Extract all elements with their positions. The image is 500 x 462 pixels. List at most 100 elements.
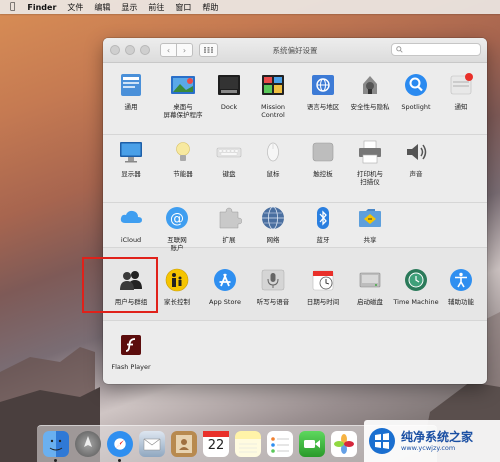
pref-language-region[interactable]: 语言与地区 bbox=[299, 72, 347, 111]
dock-contacts[interactable] bbox=[171, 431, 197, 457]
zoom-button[interactable] bbox=[140, 45, 150, 55]
pref-spotlight[interactable]: Spotlight bbox=[392, 72, 440, 111]
network-icon bbox=[262, 206, 284, 230]
pref-dictation-speech[interactable]: 听写与语音 bbox=[249, 267, 297, 306]
mission-control-icon bbox=[262, 75, 284, 95]
watermark: 纯净系统之家 www.ycwjzy.com bbox=[364, 420, 500, 462]
accessibility-icon bbox=[450, 269, 472, 291]
pref-label: 辅助功能 bbox=[448, 298, 474, 306]
pref-extensions[interactable]: 扩展 bbox=[205, 205, 253, 244]
menu-window[interactable]: 窗口 bbox=[175, 2, 191, 13]
dock-launchpad[interactable] bbox=[75, 431, 101, 457]
pref-network[interactable]: 网络 bbox=[249, 205, 297, 244]
dock-icon bbox=[218, 75, 240, 95]
pref-trackpad[interactable]: 触控板 bbox=[299, 139, 347, 178]
pref-mission-control[interactable]: Mission Control bbox=[249, 72, 297, 119]
menu-help[interactable]: 帮助 bbox=[202, 2, 218, 13]
forward-button[interactable]: › bbox=[177, 43, 193, 57]
menu-file[interactable]: 文件 bbox=[67, 2, 83, 13]
dock-notes[interactable] bbox=[235, 431, 261, 457]
pref-label: App Store bbox=[209, 298, 241, 306]
section-divider bbox=[103, 202, 487, 203]
sharing-icon bbox=[359, 209, 381, 227]
pref-accessibility[interactable]: 辅助功能 bbox=[437, 267, 485, 306]
pref-label: Time Machine bbox=[393, 298, 439, 306]
pref-label: 安全性与隐私 bbox=[350, 103, 390, 111]
sound-icon bbox=[407, 144, 427, 160]
pref-dock[interactable]: Dock bbox=[205, 72, 253, 111]
pref-flash-player[interactable]: Flash Player bbox=[107, 332, 155, 371]
icloud-icon bbox=[120, 210, 142, 223]
show-all-button[interactable] bbox=[199, 43, 218, 57]
pref-startup-disk[interactable]: 启动磁盘 bbox=[346, 267, 394, 306]
dock-photos[interactable] bbox=[331, 431, 357, 457]
pref-displays[interactable]: 显示器 bbox=[107, 139, 155, 178]
app-store-icon bbox=[214, 269, 236, 291]
pref-label: 家长控制 bbox=[164, 298, 190, 306]
pref-label: 节能器 bbox=[173, 170, 193, 178]
pref-sharing[interactable]: 共享 bbox=[346, 205, 394, 244]
pref-parental-controls[interactable]: 家长控制 bbox=[153, 267, 201, 306]
energy-saver-icon bbox=[176, 142, 190, 161]
pref-keyboard[interactable]: 键盘 bbox=[205, 139, 253, 178]
apple-menu-icon[interactable]:  bbox=[10, 2, 15, 12]
pref-label: Flash Player bbox=[111, 363, 151, 371]
pref-date-time[interactable]: 日期与时间 bbox=[299, 267, 347, 306]
chevron-left-icon: ‹ bbox=[166, 45, 171, 55]
grid-icon bbox=[204, 47, 213, 53]
dock-facetime[interactable] bbox=[299, 431, 325, 457]
internet-accounts-icon: @ bbox=[166, 207, 188, 229]
section-divider bbox=[103, 134, 487, 135]
pref-notifications[interactable]: 通知 bbox=[437, 72, 485, 111]
pref-mouse[interactable]: 鼠标 bbox=[249, 139, 297, 178]
menu-edit[interactable]: 编辑 bbox=[94, 2, 110, 13]
pref-app-store[interactable]: App Store bbox=[201, 267, 249, 306]
menu-go[interactable]: 前往 bbox=[148, 2, 164, 13]
minimize-button[interactable] bbox=[125, 45, 135, 55]
flash-player-icon bbox=[121, 335, 141, 355]
pref-time-machine[interactable]: Time Machine bbox=[392, 267, 440, 306]
pref-desktop-screensaver[interactable]: 桌面与 屏幕保护程序 bbox=[159, 72, 207, 119]
reminders-icon bbox=[271, 437, 289, 453]
pref-label: 通用 bbox=[124, 103, 138, 111]
dock-mail[interactable] bbox=[139, 431, 165, 457]
dock-calendar[interactable]: 22 bbox=[203, 431, 229, 457]
notes-icon bbox=[239, 443, 257, 453]
pref-label: 启动磁盘 bbox=[357, 298, 383, 306]
printers-scanners-icon bbox=[359, 140, 381, 164]
search-field[interactable] bbox=[391, 43, 481, 56]
pref-label: 显示器 bbox=[121, 170, 141, 178]
pref-sound[interactable]: 声音 bbox=[392, 139, 440, 178]
watermark-url: www.ycwjzy.com bbox=[401, 443, 456, 452]
pref-printers-scanners[interactable]: 打印机与 扫描仪 bbox=[346, 139, 394, 186]
pref-general[interactable]: 通用 bbox=[107, 72, 155, 111]
dock-reminders[interactable] bbox=[267, 431, 293, 457]
dock-finder[interactable] bbox=[43, 431, 69, 462]
pref-label: 鼠标 bbox=[266, 170, 280, 178]
pref-energy-saver[interactable]: 节能器 bbox=[159, 139, 207, 178]
nav-buttons: ‹ › bbox=[160, 43, 193, 57]
pref-label: Dock bbox=[220, 103, 238, 111]
pref-bluetooth[interactable]: 蓝牙 bbox=[299, 205, 347, 244]
watermark-logo bbox=[369, 428, 395, 454]
finder-icon bbox=[49, 439, 63, 451]
security-privacy-icon bbox=[363, 76, 377, 94]
close-button[interactable] bbox=[110, 45, 120, 55]
pref-security-privacy[interactable]: 安全性与隐私 bbox=[346, 72, 394, 111]
pref-icloud[interactable]: iCloud bbox=[107, 205, 155, 244]
general-icon bbox=[121, 74, 141, 96]
menu-view[interactable]: 显示 bbox=[121, 2, 137, 13]
pref-label: 语言与地区 bbox=[306, 103, 340, 111]
time-machine-icon bbox=[405, 269, 427, 291]
bluetooth-icon bbox=[317, 207, 329, 229]
pref-label: 桌面与 屏幕保护程序 bbox=[163, 103, 203, 119]
calendar-day: 22 bbox=[207, 438, 225, 453]
language-region-icon bbox=[312, 75, 334, 95]
pref-internet-accounts[interactable]: @ 互联网 账户 bbox=[153, 205, 201, 252]
pref-label: 互联网 账户 bbox=[167, 236, 187, 252]
spotlight-icon bbox=[405, 74, 427, 96]
dock-safari[interactable] bbox=[107, 431, 133, 462]
photos-icon bbox=[334, 434, 354, 454]
back-button[interactable]: ‹ bbox=[160, 43, 177, 57]
menu-finder[interactable]: Finder bbox=[27, 3, 56, 12]
